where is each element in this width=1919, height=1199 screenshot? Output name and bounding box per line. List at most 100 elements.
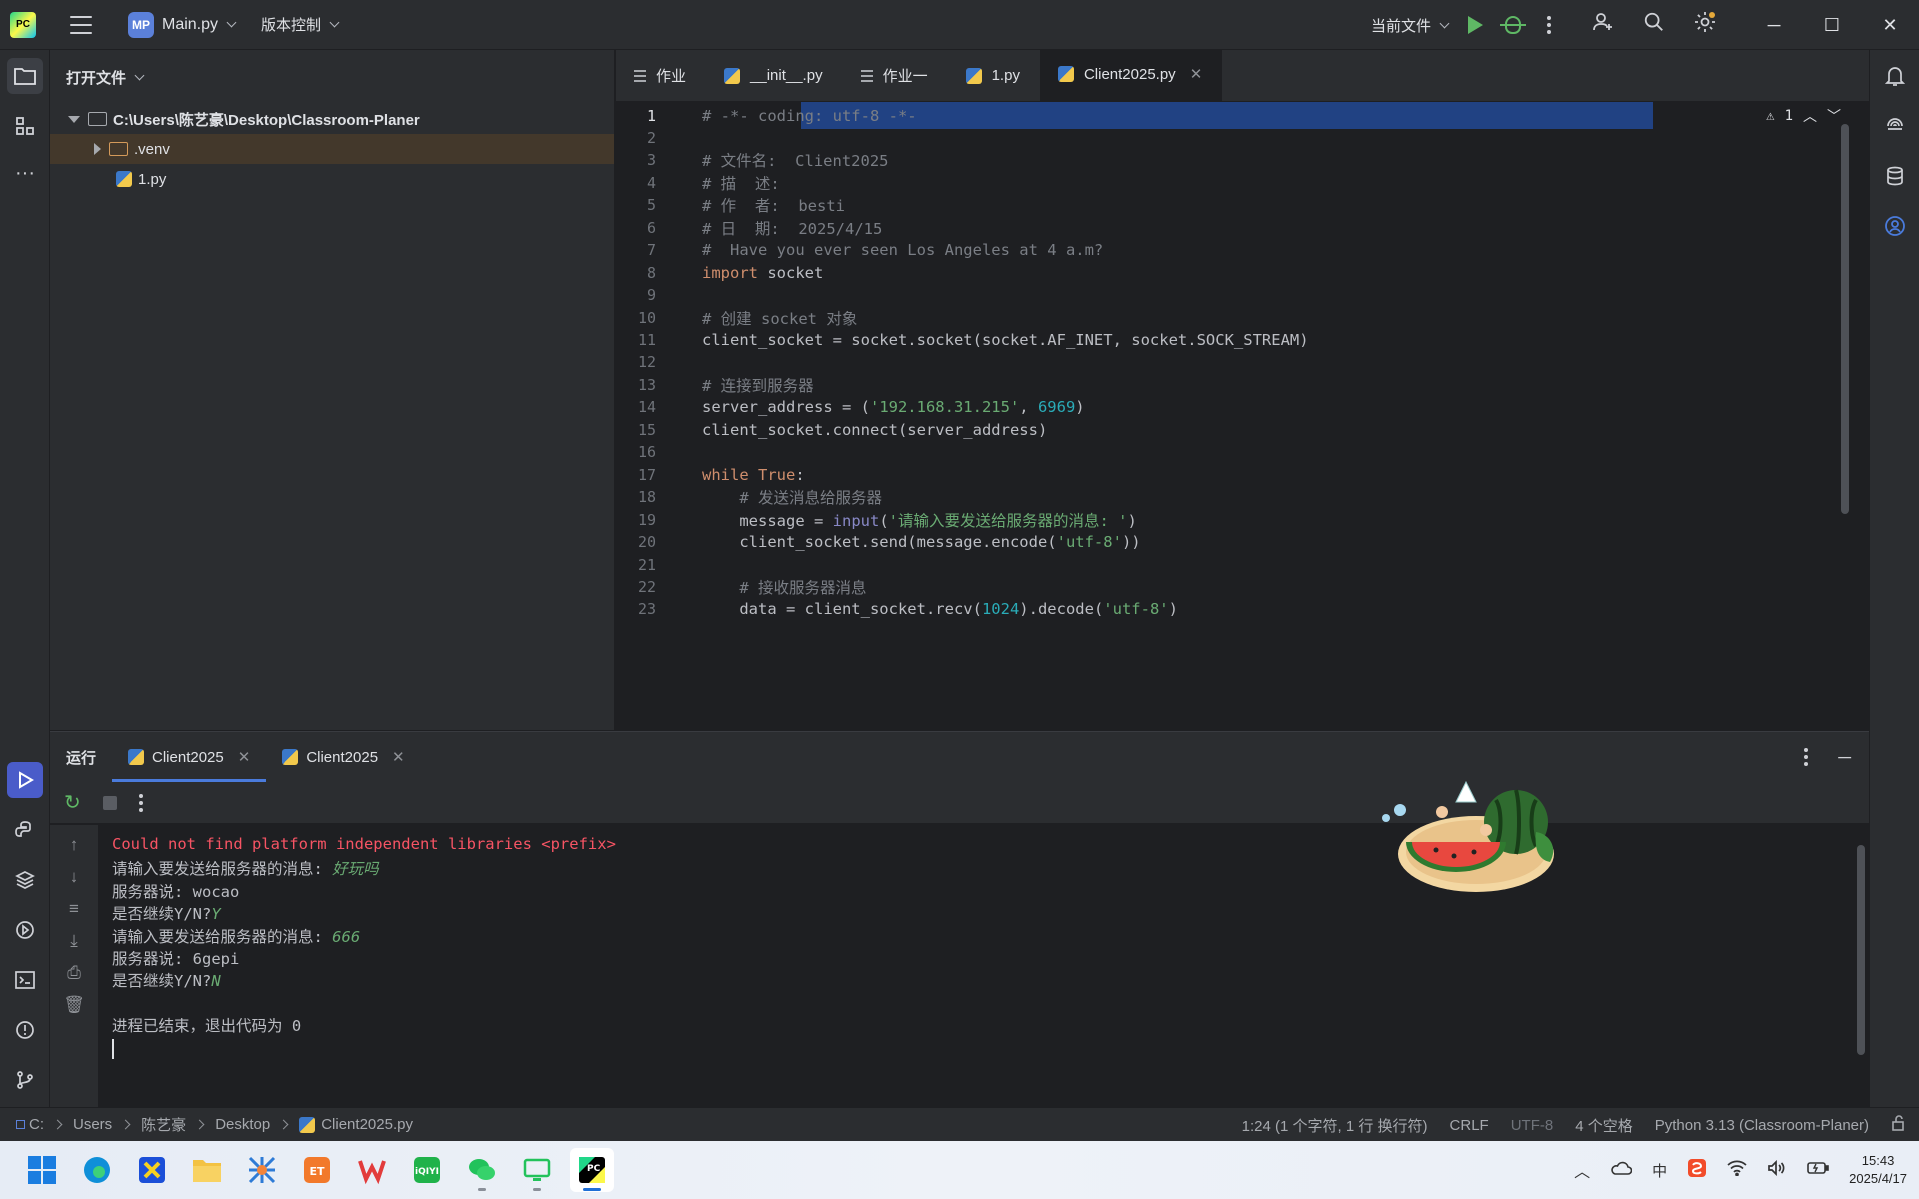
edge-browser-icon[interactable] [75, 1148, 119, 1192]
close-tab-icon[interactable]: ✕ [238, 748, 251, 766]
intellij-icon[interactable] [240, 1148, 284, 1192]
ai-assistant-icon[interactable] [1877, 108, 1913, 144]
maximize-button[interactable]: ☐ [1803, 0, 1861, 50]
wps-icon[interactable] [350, 1148, 394, 1192]
main-menu-icon[interactable] [70, 15, 92, 34]
console-scrollbar[interactable] [1857, 845, 1865, 1055]
input-method-indicator[interactable]: 中 [1652, 1160, 1667, 1181]
project-tool-folder-icon[interactable] [7, 58, 43, 94]
python-run-icon [282, 749, 299, 765]
tab-client2025-py[interactable]: Client2025.py ✕ [1039, 50, 1223, 101]
rerun-icon[interactable]: ↻ [64, 790, 81, 815]
breadcrumb-item[interactable]: 陈艺豪 [141, 1114, 186, 1135]
run-options-icon[interactable] [1804, 748, 1809, 766]
hide-panel-icon[interactable]: ─ [1838, 747, 1851, 768]
scroll-to-end-icon[interactable]: ⤓ [62, 931, 86, 955]
onedrive-cloud-icon[interactable] [1610, 1160, 1633, 1181]
project-selector[interactable]: Main.py [154, 0, 237, 49]
run-tab-client2025-2[interactable]: Client2025 ✕ [266, 732, 420, 782]
notifications-bell-icon[interactable] [1877, 58, 1913, 94]
wechat-icon[interactable] [460, 1148, 504, 1192]
et-app-icon[interactable]: ET [295, 1148, 339, 1192]
tree-item-label: 1.py [138, 170, 167, 188]
run-config-selector[interactable]: 当前文件 [1371, 15, 1450, 36]
clock[interactable]: 15:43 2025/4/17 [1849, 1152, 1907, 1188]
caret-position[interactable]: 1:24 (1 个字符, 1 行 换行符) [1242, 1115, 1428, 1136]
add-user-icon[interactable] [1591, 10, 1615, 40]
expand-arrow-icon[interactable] [68, 115, 80, 123]
battery-icon[interactable] [1807, 1161, 1829, 1180]
services-icon[interactable] [7, 912, 43, 948]
trash-icon[interactable]: 🗑 [62, 995, 86, 1019]
settings-gear-icon[interactable] [1693, 10, 1717, 40]
console-output[interactable]: Could not find platform independent libr… [98, 825, 1869, 1108]
debug-icon[interactable] [1500, 16, 1526, 34]
database-icon[interactable] [1877, 158, 1913, 194]
tab-1-py[interactable]: 1.py [948, 50, 1040, 101]
tray-expand-chevron-up-icon[interactable]: ︿ [1574, 1158, 1590, 1182]
windows-start-icon[interactable] [20, 1148, 64, 1192]
code-text: # -*- coding: utf-8 -*- [702, 106, 917, 125]
run-tool-icon[interactable] [7, 762, 43, 798]
python-console-icon[interactable] [7, 812, 43, 848]
x-app-icon[interactable] [130, 1148, 174, 1192]
close-window-button[interactable]: ✕ [1861, 0, 1919, 50]
tree-item-venv[interactable]: .venv [50, 134, 614, 164]
soft-wrap-icon[interactable]: ≡ [62, 899, 86, 923]
structure-icon[interactable] [7, 108, 43, 144]
close-tab-icon[interactable]: ✕ [1190, 65, 1203, 83]
run-tab-client2025-1[interactable]: Client2025 ✕ [112, 732, 267, 782]
collapse-arrow-icon[interactable] [94, 143, 101, 155]
console-line: 是否继续Y/N?Y [112, 905, 221, 924]
lock-icon[interactable] [1891, 1115, 1907, 1135]
sogou-ime-icon[interactable] [1687, 1158, 1707, 1183]
line-number: 4 [646, 173, 656, 192]
python-file-icon [299, 1116, 316, 1133]
volume-icon[interactable] [1767, 1159, 1787, 1181]
account-icon[interactable] [1877, 208, 1913, 244]
python-interpreter[interactable]: Python 3.13 (Classroom-Planer) [1655, 1117, 1869, 1134]
file-explorer-icon[interactable] [185, 1148, 229, 1192]
tab-init-py[interactable]: __init__.py [706, 50, 843, 101]
git-branch-icon[interactable] [7, 1062, 43, 1098]
code-text: data = client_socket.recv(1024).decode('… [702, 600, 1178, 619]
run-icon[interactable] [1468, 16, 1483, 34]
print-icon[interactable]: ⎙ [62, 963, 86, 987]
more-actions-icon[interactable] [1547, 16, 1551, 34]
tab-homework[interactable]: 作业 [616, 50, 706, 101]
code-text: # 日 期: 2025/4/15 [702, 219, 883, 238]
line-separator[interactable]: CRLF [1450, 1117, 1489, 1134]
breadcrumb-item[interactable]: C: [29, 1116, 44, 1133]
more-tools-icon[interactable]: ··· [7, 155, 43, 191]
tree-item-1py[interactable]: 1.py [50, 164, 614, 194]
project-view-selector[interactable]: 打开文件 [50, 50, 614, 104]
breadcrumb-item[interactable]: Users [73, 1116, 112, 1133]
minimize-button[interactable]: ─ [1745, 0, 1803, 50]
python-packages-layers-icon[interactable] [7, 862, 43, 898]
search-icon[interactable] [1643, 11, 1665, 39]
problems-icon[interactable] [7, 1012, 43, 1048]
code-area[interactable]: ⚠ 1 ︿ ﹀ 1 # -*- coding: utf-8 -*- 2 3 # 文件名:… [616, 102, 1853, 730]
code-line[interactable]: 23 data = client_socket.recv(1024).decod… [616, 596, 1853, 623]
breadcrumb-item[interactable]: Desktop [215, 1116, 270, 1133]
stop-icon[interactable] [102, 795, 117, 810]
close-tab-icon[interactable]: ✕ [392, 748, 405, 766]
scroll-down-arrow-icon[interactable]: ↓ [62, 867, 86, 891]
terminal-icon[interactable] [7, 962, 43, 998]
python-file-icon [116, 171, 132, 187]
breadcrumb-item[interactable]: Client2025.py [321, 1116, 413, 1133]
indent-setting[interactable]: 4 个空格 [1575, 1115, 1633, 1136]
file-encoding[interactable]: UTF-8 [1511, 1117, 1554, 1134]
more-run-actions-icon[interactable] [138, 793, 143, 812]
pycharm-logo-icon[interactable]: PC [10, 11, 36, 38]
tree-item-root[interactable]: C:\Users\陈艺豪\Desktop\Classroom-Planer [50, 104, 614, 134]
vcs-menu[interactable]: 版本控制 [261, 0, 340, 49]
remote-desktop-icon[interactable] [515, 1148, 559, 1192]
scroll-up-arrow-icon[interactable]: ↑ [62, 835, 86, 859]
console-line: 服务器说: 6gepi [112, 950, 240, 968]
svg-text:iQIYI: iQIYI [415, 1167, 439, 1177]
iqiyi-icon[interactable]: iQIYI [405, 1148, 449, 1192]
tab-homework-one[interactable]: 作业一 [843, 50, 948, 101]
pycharm-taskbar-icon[interactable]: PC [570, 1148, 614, 1192]
wifi-icon[interactable] [1727, 1160, 1747, 1181]
